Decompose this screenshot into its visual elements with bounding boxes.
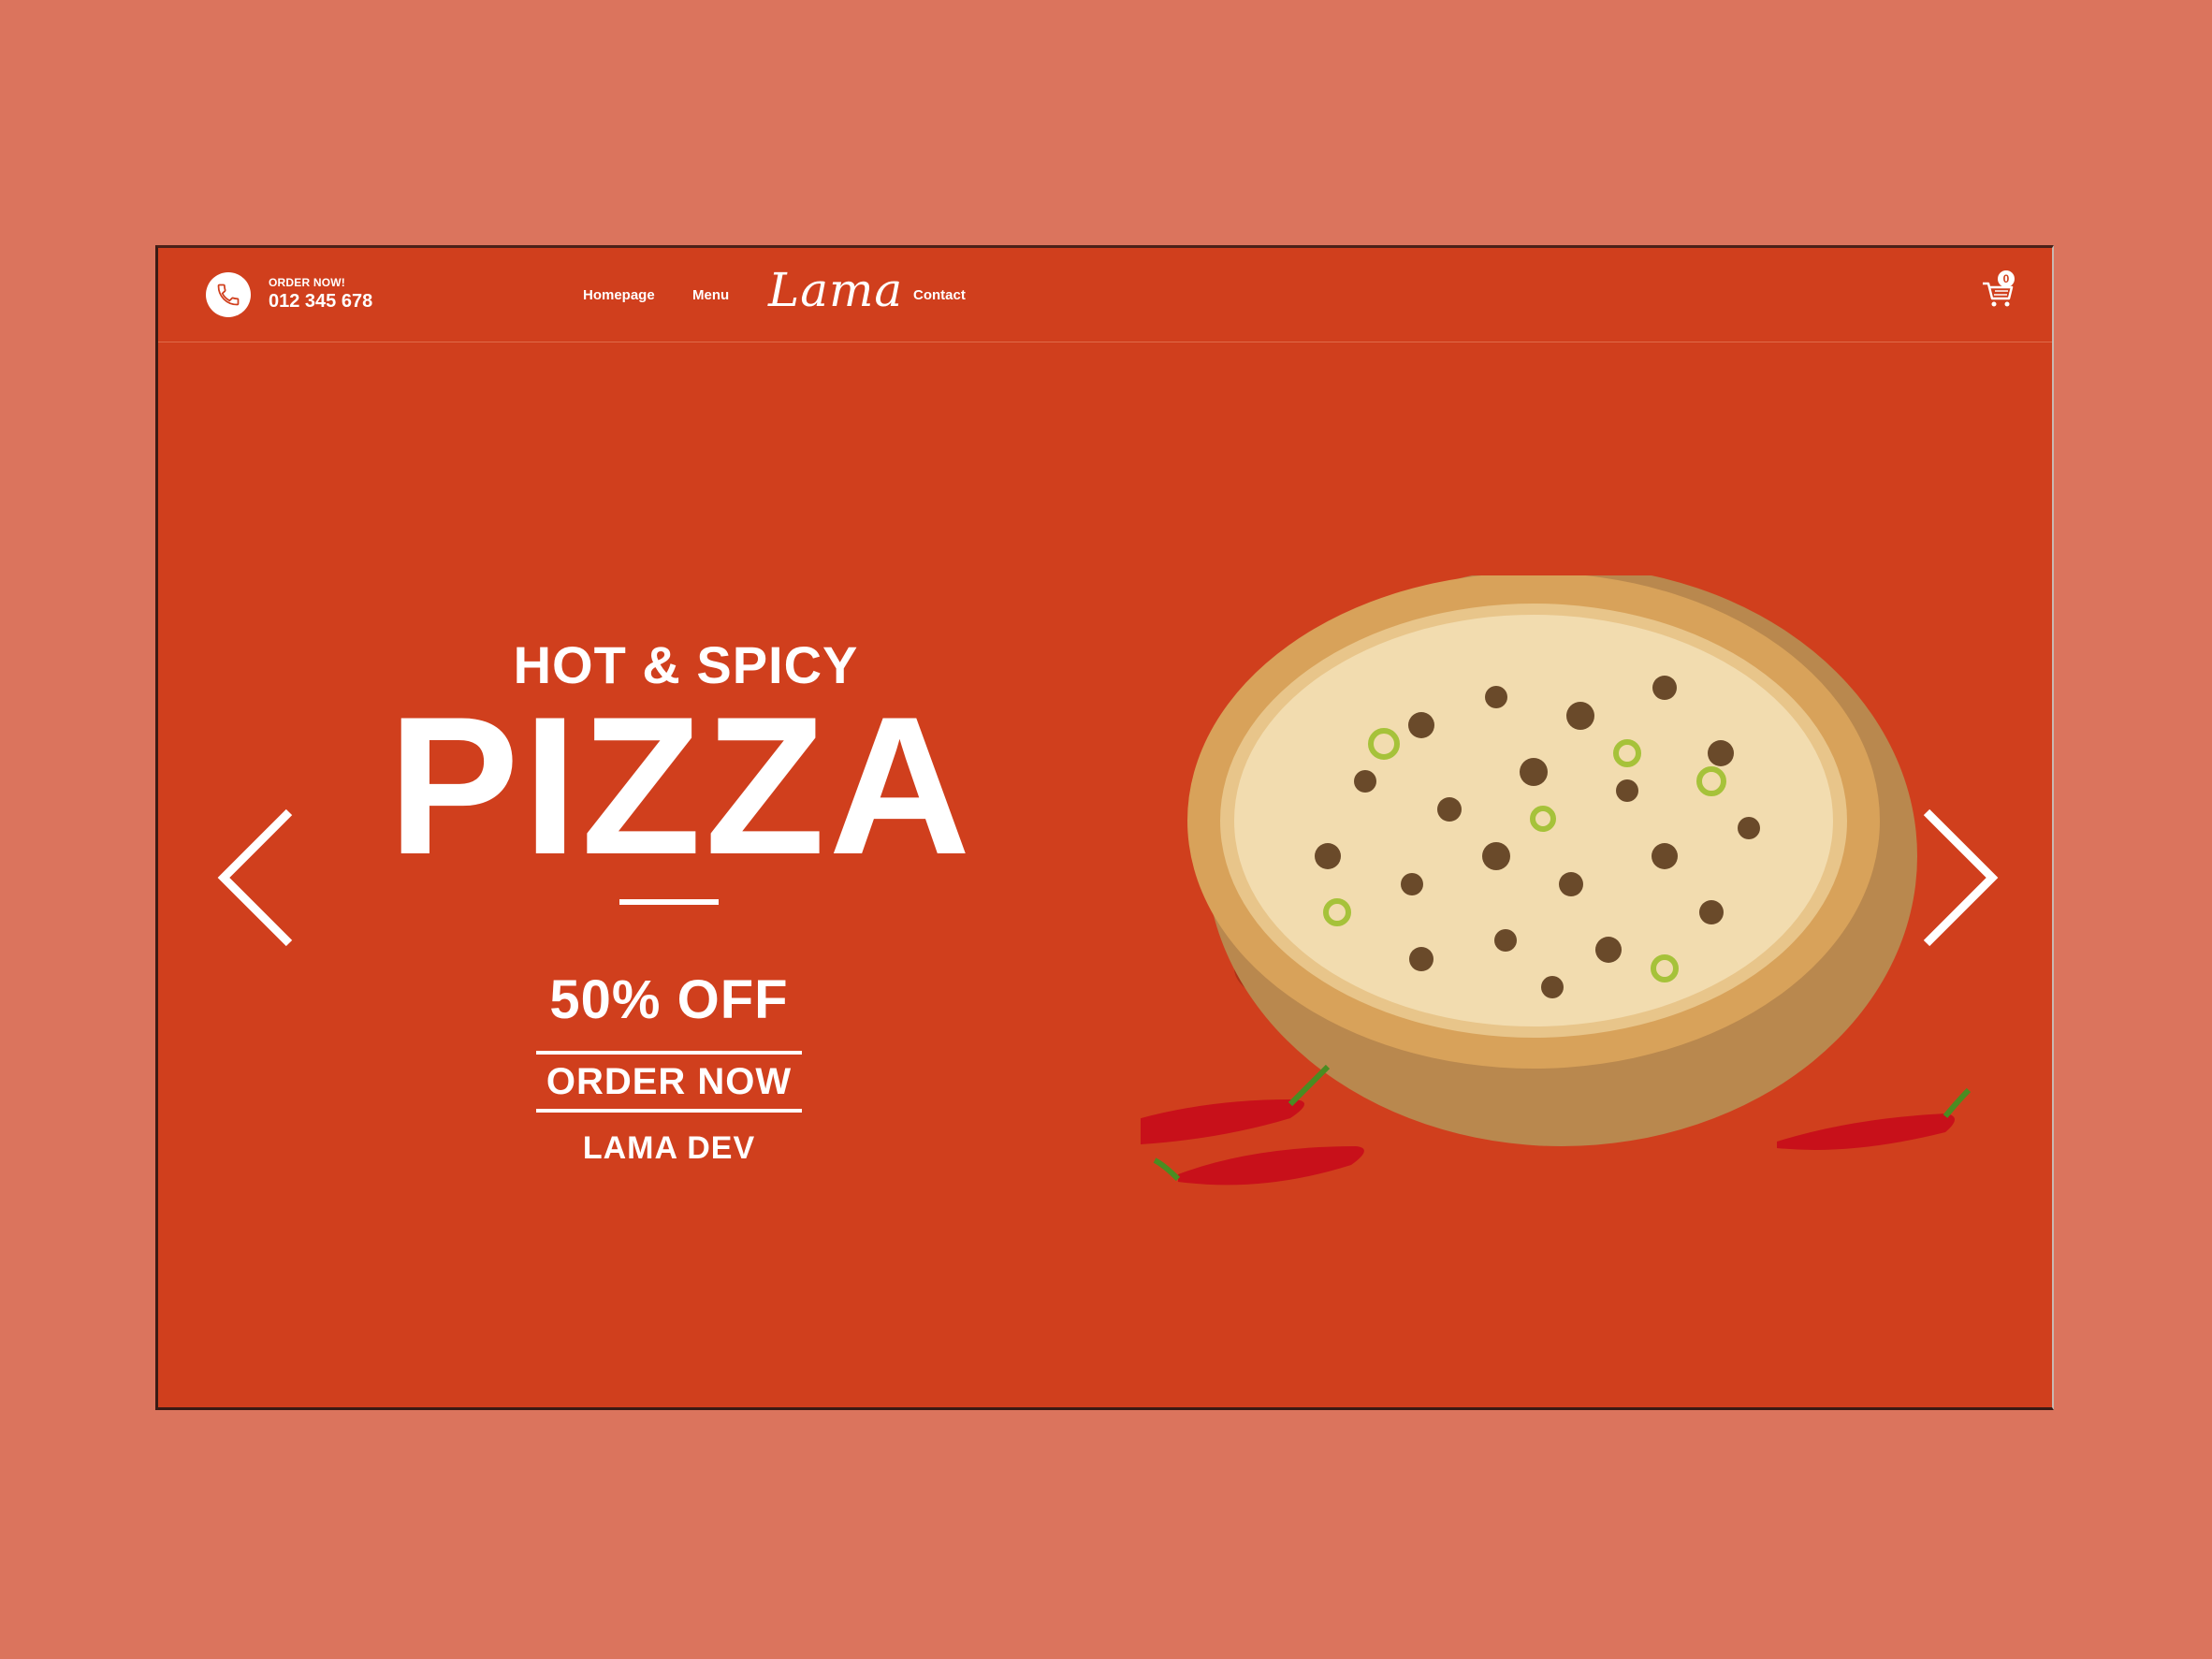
chevron-right-icon bbox=[1923, 808, 1999, 947]
discount-text: 50% OFF bbox=[549, 969, 789, 1030]
hero-slider: ORDER NOW! 012 345 678 Homepage Menu Lam… bbox=[155, 245, 2054, 1410]
logo[interactable]: Lama bbox=[768, 263, 903, 317]
pizza-image bbox=[1141, 575, 1972, 1186]
navbar: ORDER NOW! 012 345 678 Homepage Menu Lam… bbox=[158, 248, 2052, 342]
nav-link-homepage[interactable]: Homepage bbox=[583, 287, 655, 303]
next-slide-button[interactable] bbox=[1917, 808, 2001, 953]
chevron-left-icon bbox=[217, 808, 293, 947]
phone-button[interactable] bbox=[206, 272, 251, 317]
order-now-label: ORDER NOW! bbox=[269, 276, 345, 289]
prev-slide-button[interactable] bbox=[214, 808, 298, 953]
phone-icon bbox=[217, 284, 240, 306]
order-now-button[interactable]: ORDER NOW bbox=[536, 1051, 802, 1113]
title-divider bbox=[619, 899, 719, 905]
brand-name: LAMA DEV bbox=[582, 1130, 756, 1166]
hero-title: PIZZA bbox=[387, 676, 975, 895]
cart-count-badge: 0 bbox=[1998, 270, 2015, 287]
phone-number: 012 345 678 bbox=[269, 291, 373, 312]
nav-link-menu[interactable]: Menu bbox=[692, 287, 729, 303]
nav-link-contact[interactable]: Contact bbox=[913, 287, 966, 303]
